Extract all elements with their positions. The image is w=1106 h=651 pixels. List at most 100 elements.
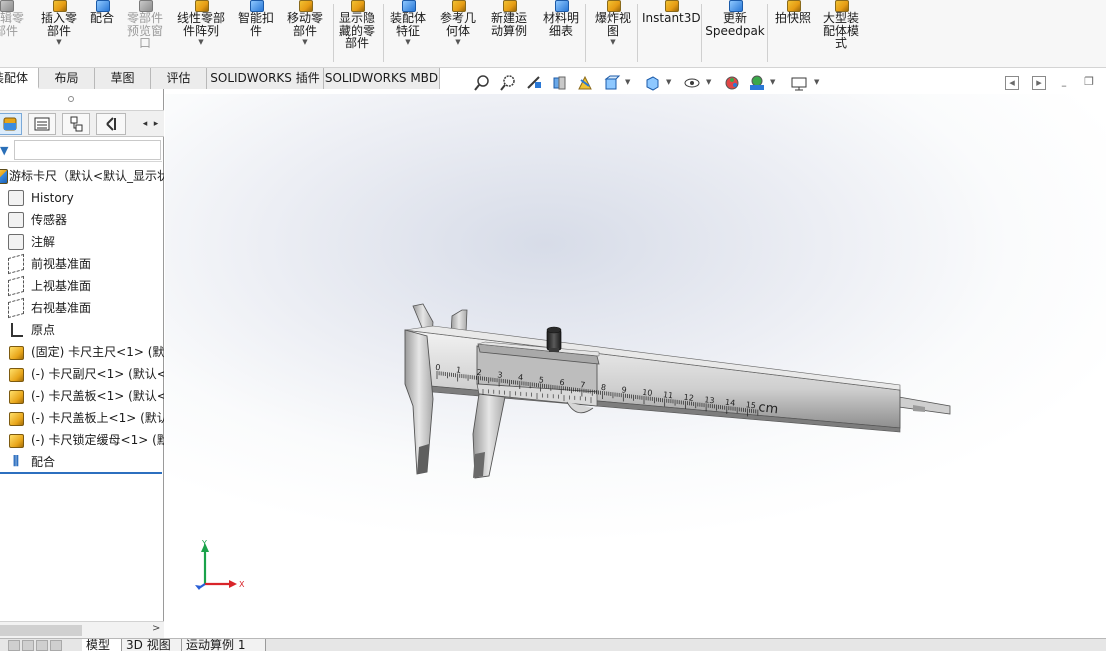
dimxpert-manager-tab[interactable] [96, 113, 126, 135]
apply-scene-caret-icon[interactable]: ▼ [770, 78, 775, 86]
tabs-scroll-left-icon[interactable]: ◂ [140, 117, 150, 131]
ribbon-button-exploded-view[interactable]: 爆炸视 图 ▼ [590, 0, 636, 66]
ribbon-button-update-speedpak[interactable]: 更新 Speedpak [704, 0, 766, 66]
ribbon-button-insert-components[interactable]: 插入零 部件 ▼ [36, 0, 82, 66]
dropdown-caret-icon[interactable]: ▼ [590, 38, 636, 46]
panel-grip[interactable] [0, 89, 164, 111]
ribbon-button-smart-fasteners[interactable]: 智能扣 件 [234, 0, 278, 66]
maximize-icon[interactable]: ❐ [1082, 76, 1096, 90]
hide-show-caret-icon[interactable]: ▼ [706, 78, 711, 86]
fixed-jaw[interactable] [404, 329, 434, 475]
tree-item-label: (固定) 卡尺主尺<1> (默认 [31, 345, 164, 359]
tab-3d-views[interactable]: 3D 视图 [122, 639, 182, 651]
tree-root-assembly[interactable]: 游标卡尺（默认<默认_显示状 [0, 165, 164, 187]
restore-right-icon[interactable]: ▸ [1032, 76, 1046, 90]
dropdown-caret-icon[interactable]: ▼ [36, 38, 82, 46]
tab-solidworks-mbd[interactable]: SOLIDWORKS MBD [324, 68, 440, 89]
last-tab-icon[interactable] [50, 640, 62, 651]
tab-motion-study-1[interactable]: 运动算例 1 [182, 639, 266, 651]
rollback-bar[interactable] [0, 472, 162, 474]
view-orientation-icon[interactable] [603, 74, 621, 92]
ribbon-button-component-preview[interactable]: 零部件 预览窗 口 [122, 0, 168, 66]
tree-item-3[interactable]: 前视基准面 [0, 253, 164, 275]
ribbon-button-label: 新建运 动算例 [490, 11, 527, 38]
scale-number: 3 [497, 370, 503, 380]
tab-assembly[interactable]: 装配体 [0, 68, 39, 89]
tabs-scroll-right-icon[interactable]: ▸ [151, 117, 161, 131]
display-style-icon[interactable] [643, 74, 661, 92]
scale-number: 8 [600, 383, 606, 393]
vernier-slider[interactable] [472, 345, 598, 479]
dropdown-caret-icon[interactable]: ▼ [282, 38, 328, 46]
zoom-to-area-icon[interactable] [499, 74, 517, 92]
filter-input[interactable] [14, 140, 161, 160]
heads-up-view-toolbar: ▼ ▼ ▼ ▼ ▼ [470, 72, 830, 94]
tree-item-8[interactable]: (-) 卡尺副尺<1> (默认<< [0, 363, 164, 385]
display-style-caret-icon[interactable]: ▼ [666, 78, 671, 86]
tab-label: SOLIDWORKS MBD [324, 71, 439, 85]
depth-rod[interactable] [898, 396, 951, 415]
feature-manager-tab[interactable] [0, 113, 22, 135]
tab-label: SOLIDWORKS 插件 [210, 71, 320, 85]
panel-horizontal-scrollbar[interactable]: > [0, 621, 164, 638]
tree-item-1[interactable]: 传感器 [0, 209, 164, 231]
prev-tab-icon[interactable] [22, 640, 34, 651]
view-settings-icon[interactable] [790, 74, 808, 92]
ribbon-button-new-motion-study[interactable]: 新建运 动算例 [486, 0, 532, 66]
ribbon-button-snapshot[interactable]: 拍快照 [770, 0, 816, 66]
dropdown-caret-icon[interactable]: ▼ [386, 38, 430, 46]
tree-item-2[interactable]: 注解 [0, 231, 164, 253]
minimize-icon[interactable]: – [1057, 80, 1071, 94]
scale-number: 5 [538, 375, 544, 385]
restore-left-icon[interactable]: ◂ [1005, 76, 1019, 90]
tab-evaluate[interactable]: 评估 [151, 68, 207, 89]
dropdown-caret-icon[interactable]: ▼ [172, 38, 230, 46]
lock-screw[interactable] [546, 326, 562, 352]
ribbon-button-show-hidden[interactable]: 显示隐 藏的零 部件 [336, 0, 378, 66]
configuration-manager-tab[interactable] [62, 113, 90, 135]
tree-item-4[interactable]: 上视基准面 [0, 275, 164, 297]
next-tab-icon[interactable] [36, 640, 48, 651]
tree-item-9[interactable]: (-) 卡尺盖板<1> (默认<< [0, 385, 164, 407]
view-orientation-caret-icon[interactable]: ▼ [625, 78, 630, 86]
ribbon-button-reference-geometry[interactable]: 参考几 何体 ▼ [434, 0, 482, 66]
dropdown-caret-icon[interactable]: ▼ [434, 38, 482, 46]
tree-item-7[interactable]: (固定) 卡尺主尺<1> (默认 [0, 341, 164, 363]
ribbon-button-assembly-features[interactable]: 装配体 特征 ▼ [386, 0, 430, 66]
hide-show-items-icon[interactable] [683, 74, 701, 92]
property-manager-tab[interactable] [28, 113, 56, 135]
ribbon-button-linear-pattern[interactable]: 线性零部 件阵列 ▼ [172, 0, 230, 66]
scroll-right-icon[interactable]: > [152, 623, 160, 634]
tree-item-10[interactable]: (-) 卡尺盖板上<1> (默认< [0, 407, 164, 429]
first-tab-icon[interactable] [8, 640, 20, 651]
apply-scene-icon[interactable] [748, 74, 766, 92]
sensor-icon [8, 212, 24, 228]
view-settings-caret-icon[interactable]: ▼ [814, 78, 819, 86]
graphics-area[interactable]: 0 1 2 3 4 5 6 7 8 9 10 11 12 13 14 15 cm Y X [165, 94, 1106, 638]
tree-item-6[interactable]: 原点 [0, 319, 164, 341]
ribbon-button-move-component[interactable]: 移动零 部件 ▼ [282, 0, 328, 66]
tree-item-0[interactable]: History [0, 187, 164, 209]
ribbon-button-edit-component[interactable]: 编辑零 部件 [0, 0, 30, 66]
tab-solidworks-addins[interactable]: SOLIDWORKS 插件 [207, 68, 324, 89]
previous-view-icon[interactable] [525, 74, 543, 92]
ribbon-button-label: 参考几 何体 [439, 11, 476, 38]
tree-item-12[interactable]: ⫴ 配合 [0, 451, 164, 473]
ribbon-button-large-assembly[interactable]: 大型装 配体模 式 [818, 0, 864, 66]
tab-layout[interactable]: 布局 [39, 68, 95, 89]
scrollbar-thumb[interactable] [0, 625, 82, 636]
tree-item-11[interactable]: (-) 卡尺锁定缓母<1> (默 [0, 429, 164, 451]
filter-funnel-icon[interactable]: ▼ [0, 144, 8, 157]
tree-item-5[interactable]: 右视基准面 [0, 297, 164, 319]
ribbon-button-instant3d[interactable]: Instant3D [642, 0, 701, 66]
tab-model[interactable]: 模型 [82, 639, 122, 651]
tab-sketch[interactable]: 草图 [95, 68, 151, 89]
dynamic-annotation-icon[interactable] [576, 74, 594, 92]
zoom-to-fit-icon[interactable] [473, 74, 491, 92]
ribbon-button-mate[interactable]: 配合 [86, 0, 118, 66]
ribbon-button-bill-of-materials[interactable]: 材料明 细表 [538, 0, 584, 66]
scale-number: 13 [704, 395, 715, 405]
edit-component-icon [0, 0, 14, 12]
edit-appearance-icon[interactable] [724, 74, 742, 92]
section-view-icon[interactable] [551, 74, 569, 92]
